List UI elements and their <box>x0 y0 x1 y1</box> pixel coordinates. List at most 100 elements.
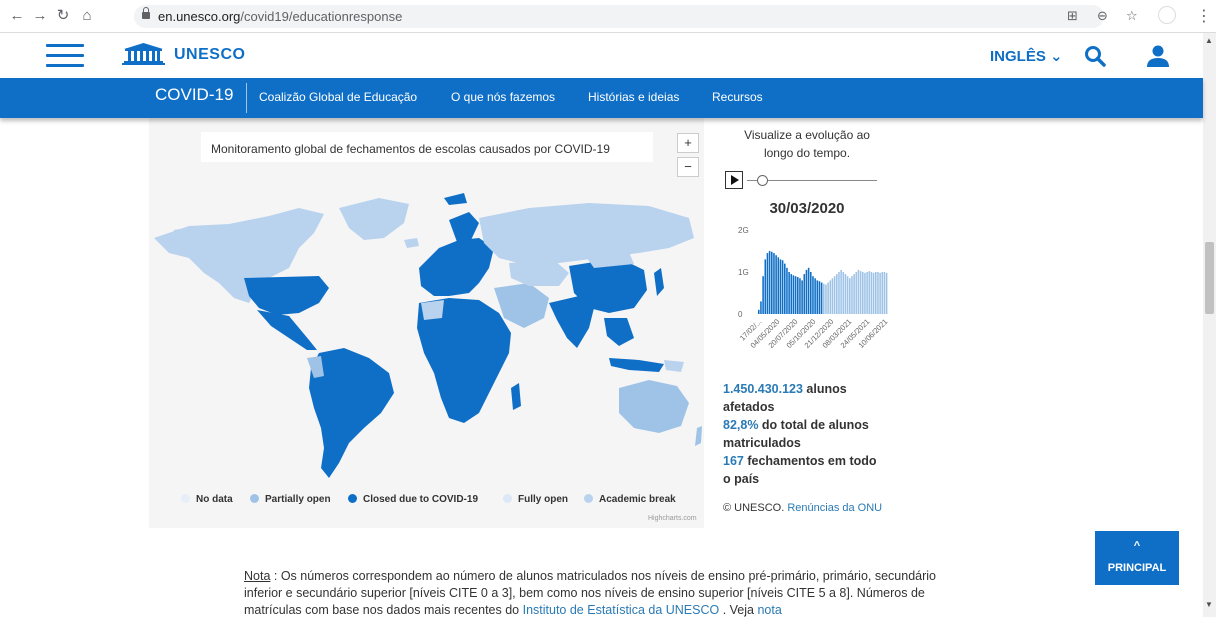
map-north-africa-light[interactable] <box>421 300 444 320</box>
chart-bar[interactable] <box>857 269 860 314</box>
chart-bar[interactable] <box>777 257 780 314</box>
chart-bar[interactable] <box>855 272 858 314</box>
chart-bar[interactable] <box>794 276 797 314</box>
chart-bar[interactable] <box>883 272 886 314</box>
home-icon[interactable]: ⌂ <box>78 7 96 25</box>
map-iceland[interactable] <box>404 238 419 248</box>
chart-bar[interactable] <box>877 272 879 314</box>
map-japan[interactable] <box>654 268 664 296</box>
translate-icon[interactable]: ⊞ <box>1067 8 1078 24</box>
chart-bar[interactable] <box>842 272 845 314</box>
chart-bar[interactable] <box>814 278 816 314</box>
chart-bar[interactable] <box>875 272 877 314</box>
legend-item-academic-break[interactable]: Academic break <box>584 494 676 505</box>
zoom-icon[interactable]: ⊖ <box>1097 8 1108 24</box>
map-central-asia[interactable] <box>509 260 569 286</box>
chart-bar[interactable] <box>870 272 873 314</box>
map-greenland[interactable] <box>339 198 409 240</box>
chart-bar[interactable] <box>773 253 775 314</box>
chart-bar[interactable] <box>829 280 832 314</box>
map-australia[interactable] <box>619 380 689 433</box>
chart-bar[interactable] <box>784 263 786 314</box>
chart-bar[interactable] <box>818 281 821 314</box>
nav-item-coalizao[interactable]: Coalizão Global de Educação <box>259 90 417 104</box>
map-mexico[interactable] <box>257 310 317 350</box>
chart-bar[interactable] <box>807 267 810 314</box>
chart-bar[interactable] <box>768 251 771 314</box>
scroll-up-arrow-icon[interactable]: ▲ <box>1205 36 1213 45</box>
chart-bar[interactable] <box>864 272 866 314</box>
chart-bar[interactable] <box>827 282 829 315</box>
chart-bar[interactable] <box>833 276 836 314</box>
chart-bar[interactable] <box>836 274 838 314</box>
map-south-america-light[interactable] <box>307 356 324 378</box>
chart-bar[interactable] <box>786 267 788 314</box>
chart-bar[interactable] <box>766 253 769 314</box>
zoom-in-button[interactable]: + <box>677 133 699 153</box>
nav-item-recursos[interactable]: Recursos <box>712 90 763 104</box>
nav-item-o-que-fazemos[interactable]: O que nós fazemos <box>451 90 555 104</box>
chart-bar[interactable] <box>868 271 871 314</box>
map-southeast-asia[interactable] <box>604 318 634 346</box>
chart-bar[interactable] <box>792 275 795 314</box>
legend-item-partially-open[interactable]: Partially open <box>250 494 331 505</box>
un-disclaimer-link[interactable]: Renúncias da ONU <box>787 502 882 514</box>
user-account-icon[interactable] <box>1146 45 1170 67</box>
chart-bar[interactable] <box>825 284 827 314</box>
chart-bar[interactable] <box>859 271 862 314</box>
search-icon[interactable] <box>1084 45 1106 67</box>
reload-icon[interactable]: ↻ <box>54 7 72 25</box>
menu-hamburger-icon[interactable] <box>46 44 84 68</box>
chart-bar[interactable] <box>764 259 767 314</box>
timeline-slider-handle[interactable] <box>757 175 768 186</box>
chart-bar[interactable] <box>779 259 782 314</box>
chart-bar[interactable] <box>872 272 875 314</box>
scrollbar-thumb[interactable] <box>1205 242 1214 314</box>
chart-bar[interactable] <box>810 272 812 314</box>
highcharts-credit-link[interactable]: Highcharts.com <box>648 515 697 522</box>
bookmark-star-icon[interactable]: ☆ <box>1126 8 1138 24</box>
chart-bar[interactable] <box>760 301 762 314</box>
chart-bar[interactable] <box>820 282 823 315</box>
play-button[interactable] <box>725 171 743 189</box>
chart-bar[interactable] <box>831 278 834 314</box>
chart-bar[interactable] <box>844 274 847 314</box>
uis-link[interactable]: Instituto de Estatística da UNESCO <box>523 603 720 617</box>
map-papua[interactable] <box>664 360 684 372</box>
map-madagascar[interactable] <box>511 383 521 410</box>
unesco-logo-text[interactable]: UNESCO <box>174 46 245 64</box>
note-link[interactable]: nota <box>757 603 781 617</box>
chart-bar[interactable] <box>762 276 764 314</box>
chart-bar[interactable] <box>885 272 888 314</box>
chart-bar[interactable] <box>797 277 799 314</box>
chart-bar[interactable] <box>758 309 760 314</box>
map-arctic-island[interactable] <box>444 193 467 205</box>
profile-avatar[interactable] <box>1158 6 1176 24</box>
chart-bar[interactable] <box>866 272 868 314</box>
chart-bar[interactable] <box>838 272 840 314</box>
chart-bar[interactable] <box>862 272 864 314</box>
chart-bar[interactable] <box>805 269 808 314</box>
chart-bar[interactable] <box>881 272 884 314</box>
chart-bar[interactable] <box>801 280 803 314</box>
legend-item-fully-open[interactable]: Fully open <box>503 494 568 505</box>
chart-bar[interactable] <box>849 278 851 314</box>
covid-brand-link[interactable]: COVID-19 <box>155 85 233 105</box>
chart-bar[interactable] <box>775 255 777 314</box>
map-europe[interactable] <box>419 238 494 296</box>
scroll-down-arrow-icon[interactable]: ▼ <box>1205 600 1213 609</box>
students-affected-chart[interactable]: 01G2G17/02/...04/05/202020/07/202005/10/… <box>712 218 902 378</box>
chart-bar[interactable] <box>799 278 801 314</box>
map-new-zealand[interactable] <box>695 426 702 446</box>
world-map[interactable] <box>149 178 704 488</box>
map-indonesia[interactable] <box>609 358 664 372</box>
map-russia[interactable] <box>479 203 694 266</box>
chart-bar[interactable] <box>823 283 825 314</box>
chart-bar[interactable] <box>851 276 853 314</box>
chart-bar[interactable] <box>840 269 842 314</box>
chart-bar[interactable] <box>853 274 855 314</box>
language-selector[interactable]: INGLÊS ⌄ <box>990 47 1063 65</box>
unesco-temple-logo-icon[interactable] <box>121 43 166 65</box>
chart-bar[interactable] <box>781 260 784 314</box>
url-text[interactable]: en.unesco.org/covid19/educationresponse <box>158 9 402 24</box>
